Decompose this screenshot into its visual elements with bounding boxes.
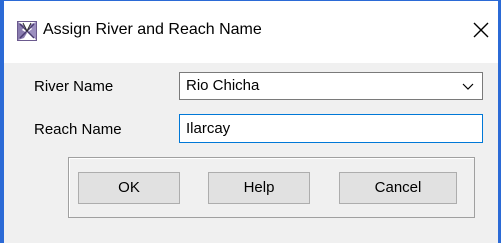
reach-name-field: [179, 114, 483, 143]
window-title: Assign River and Reach Name: [43, 21, 262, 38]
reach-name-label: Reach Name: [34, 121, 122, 138]
title-bar[interactable]: Assign River and Reach Name: [4, 1, 498, 63]
close-icon[interactable]: [470, 17, 492, 43]
river-name-value: Rio Chicha: [186, 77, 260, 94]
assign-river-reach-dialog: Assign River and Reach Name River Name R…: [4, 0, 498, 243]
help-button[interactable]: Help: [208, 172, 310, 204]
button-group-panel: OK Help Cancel: [68, 157, 475, 218]
ok-button[interactable]: OK: [78, 172, 180, 204]
reach-name-input[interactable]: [180, 115, 482, 142]
app-icon: [17, 21, 37, 41]
river-name-dropdown[interactable]: Rio Chicha: [179, 72, 483, 100]
chevron-down-icon[interactable]: [460, 79, 476, 95]
river-name-label: River Name: [34, 78, 114, 95]
cancel-button[interactable]: Cancel: [339, 172, 457, 204]
